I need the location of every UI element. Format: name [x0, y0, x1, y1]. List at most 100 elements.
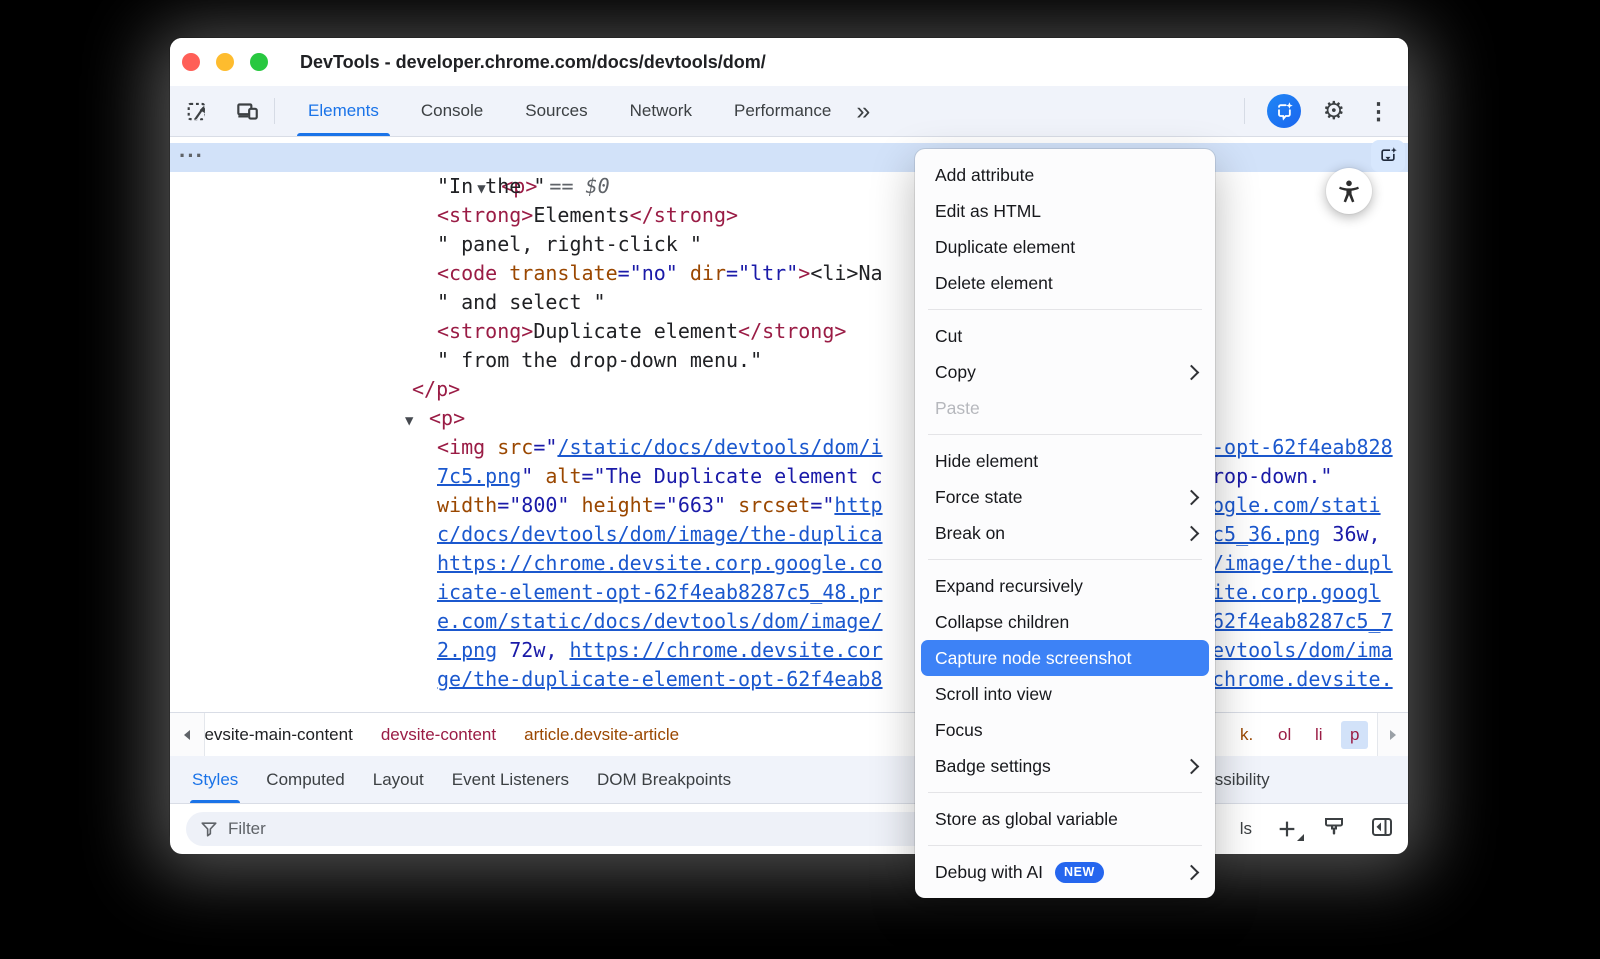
code-link[interactable]: e.com/static/docs/devtools/dom/image/ — [437, 609, 883, 633]
tab-elements[interactable]: Elements — [287, 86, 400, 136]
minimize-window-button[interactable] — [216, 53, 234, 71]
breadcrumb-scroll-right-button[interactable] — [1377, 713, 1408, 756]
dom-tree-row[interactable]: " and select " — [170, 288, 1408, 317]
dom-tree-row[interactable]: " from the drop-down menu." — [170, 346, 1408, 375]
menu-item-badge-settings[interactable]: Badge settings — [915, 748, 1215, 784]
menu-item-delete-element[interactable]: Delete element — [915, 265, 1215, 301]
code-link[interactable]: chrome.devsite. — [1212, 667, 1393, 691]
breadcrumb-item-p[interactable]: p — [1341, 721, 1368, 749]
code-link[interactable]: /image/the-dupl — [1212, 551, 1393, 575]
dom-tree-row[interactable]: ▼<p> — [170, 404, 1408, 433]
code-segment: ="ltr" — [726, 261, 798, 285]
inspect-element-icon[interactable] — [184, 94, 214, 128]
menu-item-scroll-into-view[interactable]: Scroll into view — [915, 676, 1215, 712]
code-link[interactable]: 7c5.png — [437, 464, 521, 488]
code-segment: rop-down." — [1212, 464, 1332, 488]
breadcrumb-scroll-left-button[interactable] — [170, 713, 205, 756]
dom-tree-row[interactable]: </p> — [170, 375, 1408, 404]
menu-item-debug-with-ai[interactable]: Debug with AINEW — [915, 854, 1215, 890]
code-segment: src — [497, 435, 533, 459]
breadcrumb-item-article-devsite-article[interactable]: article.devsite-article — [524, 725, 679, 745]
code-link[interactable]: ite.corp.googl — [1212, 580, 1381, 604]
kebab-menu-icon[interactable]: ⋮ — [1367, 100, 1390, 123]
settings-gear-icon[interactable]: ⚙ — [1323, 99, 1345, 124]
dom-tree-row[interactable]: ge/the-duplicate-element-opt-62f4eab8 chr… — [170, 665, 1408, 694]
menu-item-cut[interactable]: Cut — [915, 318, 1215, 354]
tab-computed[interactable]: Computed — [252, 756, 358, 803]
code-segment: alt — [545, 464, 581, 488]
code-segment: " and select " — [437, 290, 606, 314]
code-link[interactable]: http — [834, 493, 882, 517]
dom-tree-row[interactable]: e.com/static/docs/devtools/dom/image/62f… — [170, 607, 1408, 636]
ai-assistant-icon[interactable] — [1267, 94, 1301, 128]
menu-item-capture-node-screenshot[interactable]: Capture node screenshot — [921, 640, 1209, 676]
toggle-sidebar-icon[interactable] — [1370, 815, 1394, 844]
dom-tree-row[interactable]: <strong>Elements</strong> — [170, 201, 1408, 230]
code-link[interactable]: c/docs/devtools/dom/image/the-duplica — [437, 522, 883, 546]
menu-item-edit-as-html[interactable]: Edit as HTML — [915, 193, 1215, 229]
dom-tree-row-right-fragment: /image/the-dupl — [1212, 549, 1393, 578]
more-tabs-icon[interactable]: » — [856, 88, 870, 134]
accessibility-person-button[interactable] — [1326, 168, 1372, 214]
overflow-dots-icon: ··· — [179, 141, 204, 170]
menu-item-hide-element[interactable]: Hide element — [915, 443, 1215, 479]
tab-performance[interactable]: Performance — [713, 86, 852, 136]
dom-tree-row[interactable]: icate-element-opt-62f4eab8287c5_48.pr ite… — [170, 578, 1408, 607]
code-link[interactable]: https://chrome.devsite.corp.google.co — [437, 551, 883, 575]
code-link[interactable]: c5_36.png — [1212, 522, 1320, 546]
dom-tree-row[interactable]: " panel, right-click " — [170, 230, 1408, 259]
zoom-window-button[interactable] — [250, 53, 268, 71]
code-link[interactable]: ogle.com/stati — [1212, 493, 1381, 517]
breadcrumb-item-k[interactable]: k. — [1240, 725, 1253, 745]
close-window-button[interactable] — [182, 53, 200, 71]
breadcrumb-item-ol[interactable]: ol — [1278, 725, 1291, 745]
code-link[interactable]: ge/the-duplicate-element-opt-62f4eab8 — [437, 667, 883, 691]
rendering-brush-icon[interactable] — [1322, 815, 1346, 844]
menu-item-focus[interactable]: Focus — [915, 712, 1215, 748]
new-style-rule-button[interactable] — [1276, 818, 1298, 840]
code-link[interactable]: https://chrome.devsite.cor — [569, 638, 882, 662]
code-link[interactable]: 2.png — [437, 638, 497, 662]
code-link[interactable]: evtools/dom/ima — [1212, 638, 1393, 662]
dom-tree-row[interactable]: c/docs/devtools/dom/image/the-duplica c5_… — [170, 520, 1408, 549]
dom-tree-row[interactable]: https://chrome.devsite.corp.google.co/im… — [170, 549, 1408, 578]
dom-tree-row[interactable]: width="800" height="663" srcset="httpogl… — [170, 491, 1408, 520]
menu-item-collapse-children[interactable]: Collapse children — [915, 604, 1215, 640]
dom-tree-row[interactable]: <strong>Duplicate element</strong> — [170, 317, 1408, 346]
dom-tree-row[interactable]: <img src="/static/docs/devtools/dom/i-op… — [170, 433, 1408, 462]
dom-tree-row[interactable]: 2.png 72w, https://chrome.devsite.corevt… — [170, 636, 1408, 665]
menu-item-duplicate-element[interactable]: Duplicate element — [915, 229, 1215, 265]
breadcrumb-item-li[interactable]: li — [1315, 725, 1323, 745]
menu-item-store-as-global-variable[interactable]: Store as global variable — [915, 801, 1215, 837]
tab-network[interactable]: Network — [609, 86, 713, 136]
code-segment: Duplicate element — [533, 319, 738, 343]
code-link[interactable]: 62f4eab8287c5_7 — [1212, 609, 1393, 633]
menu-item-expand-recursively[interactable]: Expand recursively — [915, 568, 1215, 604]
menu-item-break-on[interactable]: Break on — [915, 515, 1215, 551]
selected-dom-node-row[interactable]: ···▼<p> == $0 — [170, 143, 1408, 172]
menu-item-add-attribute[interactable]: Add attribute — [915, 157, 1215, 193]
devtools-toolbar: ElementsConsoleSourcesNetworkPerformance… — [170, 86, 1408, 137]
menu-item-force-state[interactable]: Force state — [915, 479, 1215, 515]
tab-dom-breakpoints[interactable]: DOM Breakpoints — [583, 756, 745, 803]
context-menu: Add attributeEdit as HTMLDuplicate eleme… — [915, 149, 1215, 898]
capture-screenshot-floating-button[interactable] — [1371, 140, 1405, 172]
tab-layout[interactable]: Layout — [359, 756, 438, 803]
tab-styles[interactable]: Styles — [178, 756, 252, 803]
device-toolbar-icon[interactable] — [232, 94, 262, 128]
cls-button-fragment[interactable]: ls — [1240, 819, 1252, 839]
breadcrumb-item-devsite-main-content[interactable]: devsite-main-content — [195, 725, 353, 745]
code-link[interactable]: icate-element-opt-62f4eab8287c5_48.pr — [437, 580, 883, 604]
dom-tree-row[interactable]: 7c5.png" alt="The Duplicate element crop… — [170, 462, 1408, 491]
menu-item-copy[interactable]: Copy — [915, 354, 1215, 390]
menu-item-label: Break on — [935, 523, 1005, 544]
dom-tree-row[interactable]: "In the " — [170, 172, 1408, 201]
code-link[interactable]: /static/docs/devtools/dom/i — [557, 435, 882, 459]
code-link[interactable]: -opt-62f4eab828 — [1212, 435, 1393, 459]
tab-event-listeners[interactable]: Event Listeners — [438, 756, 583, 803]
tab-sources[interactable]: Sources — [504, 86, 608, 136]
dom-tree-row[interactable]: <code translate="no" dir="ltr"><li>Na — [170, 259, 1408, 288]
menu-item-paste[interactable]: Paste — [915, 390, 1215, 426]
tab-console[interactable]: Console — [400, 86, 504, 136]
breadcrumb-item-devsite-content[interactable]: devsite-content — [381, 725, 496, 745]
